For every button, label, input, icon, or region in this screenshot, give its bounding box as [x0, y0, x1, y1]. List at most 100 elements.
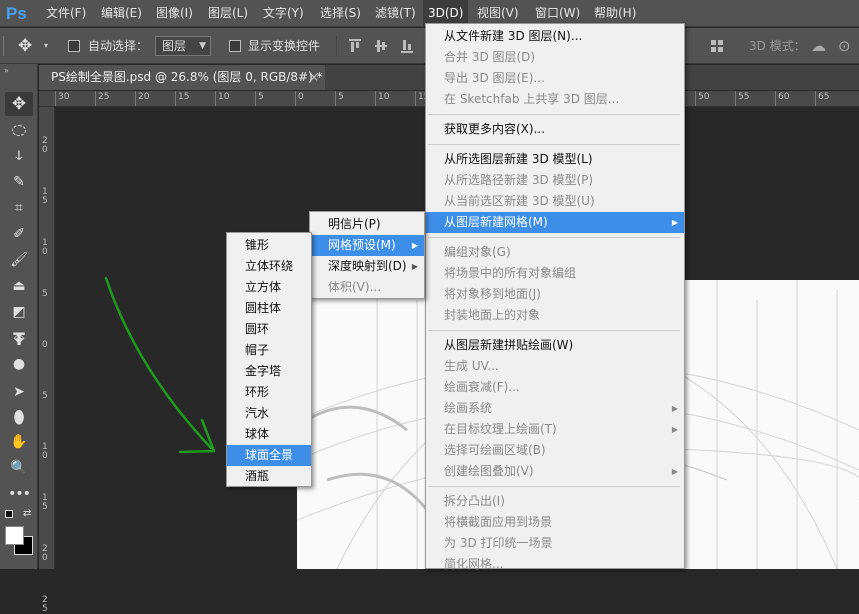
- preset-submenu-item[interactable]: 立体环绕: [227, 256, 311, 277]
- mesh-submenu-item[interactable]: 网格预设(M) ▶: [310, 235, 424, 256]
- stamp-tool-icon[interactable]: ⏏: [5, 274, 33, 298]
- ruler-tick-label: 55: [738, 92, 750, 102]
- menu-3d-item-label: 从图层新建网格(M): [444, 215, 548, 229]
- mesh-submenu-item-label: 深度映射到(D): [328, 259, 407, 273]
- grip-handle[interactable]: [0, 28, 8, 64]
- swap-colors-icon[interactable]: ⇄: [23, 508, 31, 519]
- align-top-icon[interactable]: [349, 39, 361, 53]
- submenu-arrow-icon: ▶: [411, 262, 418, 271]
- menu-3d-item: 合并 3D 图层(D): [426, 47, 684, 68]
- menu-2[interactable]: 图像(I): [156, 0, 193, 27]
- eraser-tool-icon[interactable]: ◩: [5, 300, 33, 324]
- lasso-tool-icon[interactable]: ↆ: [5, 144, 33, 168]
- menu-3d-item-label: 从当前选区新建 3D 模型(U): [444, 194, 595, 208]
- preset-submenu-item[interactable]: 球体: [227, 424, 311, 445]
- menu-1[interactable]: 编辑(E): [101, 0, 142, 27]
- menu-3d-item: 在目标纹理上绘画(T) ▶: [426, 419, 684, 440]
- tool-preset-chevron-icon[interactable]: ▾: [44, 28, 48, 64]
- preset-submenu-item-label: 球面全景: [245, 448, 294, 462]
- menu-3d-item[interactable]: 从图层新建网格(M) ▶: [426, 212, 684, 233]
- menu-3d-item[interactable]: 从文件新建 3D 图层(N)...: [426, 26, 684, 47]
- document-tab[interactable]: PS绘制全景图.psd @ 26.8% (图层 0, RGB/8#) * ×: [39, 65, 325, 90]
- move-tool-icon[interactable]: ✥: [5, 92, 33, 116]
- divider: [336, 36, 337, 56]
- tools-panel: » ✥ ↆ ✎ ⌗ ✐ 🖌 ⏏ ◩ ⬙ ● T ✒ ➤ ⬮ ✋ 🔍 ••• ⇄: [0, 64, 38, 569]
- ruler-tick: [215, 91, 216, 106]
- foreground-color-swatch[interactable]: [5, 526, 24, 545]
- mesh-submenu-item[interactable]: 深度映射到(D) ▶: [310, 256, 424, 277]
- preset-submenu-item[interactable]: 环形: [227, 382, 311, 403]
- menu-3d-item-label: 将场景中的所有对象编组: [444, 266, 577, 280]
- ruler-tick: [415, 91, 416, 106]
- type-tool-icon[interactable]: T: [5, 328, 33, 352]
- close-icon[interactable]: ×: [309, 65, 319, 90]
- quick-selection-tool-icon[interactable]: ✎: [5, 170, 33, 194]
- preset-submenu-item[interactable]: 汽水: [227, 403, 311, 424]
- path-selection-tool-icon[interactable]: ➤: [5, 380, 33, 404]
- menu-3d-item: 拆分凸出(I): [426, 491, 684, 512]
- photoshop-logo: Ps: [6, 4, 27, 23]
- ruler-tick: [255, 91, 256, 106]
- collapse-panel-icon[interactable]: »: [4, 66, 9, 75]
- brush-tool-icon[interactable]: 🖌: [5, 248, 33, 272]
- mesh-submenu-item-label: 体积(V)...: [328, 280, 382, 294]
- move-tool-icon[interactable]: ✥: [18, 28, 32, 64]
- hand-tool-icon[interactable]: ✋: [5, 430, 33, 454]
- menu-4[interactable]: 文字(Y): [263, 0, 304, 27]
- 3d-orbit-icon[interactable]: ☁: [811, 28, 826, 64]
- preset-submenu-item-label: 球体: [245, 427, 270, 441]
- preset-submenu-item[interactable]: 圆环: [227, 319, 311, 340]
- ruler-tick-label: 2 0: [42, 544, 48, 563]
- preset-submenu-item[interactable]: 锥形: [227, 235, 311, 256]
- eyedropper-tool-icon[interactable]: ✐: [5, 222, 33, 246]
- auto-select-target-value: 图层: [162, 39, 187, 53]
- ruler-tick: [95, 91, 96, 106]
- ruler-tick: [735, 91, 736, 106]
- default-colors-icon[interactable]: [5, 510, 13, 518]
- marquee-tool-icon[interactable]: [5, 118, 33, 142]
- menu-3[interactable]: 图层(L): [208, 0, 248, 27]
- mesh-submenu-item[interactable]: 明信片(P): [310, 214, 424, 235]
- preset-submenu-item[interactable]: 酒瓶: [227, 466, 311, 487]
- menu-3d-item-label: 为 3D 打印统一场景: [444, 536, 553, 550]
- menu-3d-item-label: 绘画系统: [444, 401, 493, 415]
- 3d-rotate-icon[interactable]: ⊙: [838, 28, 851, 64]
- more-tools-icon[interactable]: •••: [5, 482, 33, 506]
- ruler-tick-label: 5: [338, 92, 344, 102]
- ruler-tick-label: 5: [42, 391, 48, 401]
- menu-6[interactable]: 滤镜(T): [375, 0, 416, 27]
- ruler-tick-label: 1 5: [42, 493, 48, 512]
- ruler-origin[interactable]: [39, 91, 55, 107]
- preset-submenu-item[interactable]: 球面全景: [227, 445, 311, 466]
- submenu-arrow-icon: ▶: [671, 425, 678, 434]
- document-title: PS绘制全景图.psd @ 26.8% (图层 0, RGB/8#) *: [51, 70, 323, 84]
- distribute-icon[interactable]: [711, 39, 723, 53]
- menu-3d-item[interactable]: 从图层新建拼贴绘画(W): [426, 335, 684, 356]
- ruler-tick-label: 30: [58, 92, 70, 102]
- auto-select-target-select[interactable]: 图层 ▼: [155, 36, 211, 56]
- preset-submenu-item-label: 立方体: [245, 280, 282, 294]
- menu-3d-item: 绘画系统 ▶: [426, 398, 684, 419]
- menu-3d-item[interactable]: 从所选图层新建 3D 模型(L): [426, 149, 684, 170]
- pen-tool-icon[interactable]: ✒: [5, 354, 33, 378]
- crop-tool-icon[interactable]: ⌗: [5, 196, 33, 220]
- menu-3d-item: 将对象移到地面(J): [426, 284, 684, 305]
- align-bottom-icon[interactable]: [401, 39, 413, 53]
- menu-5[interactable]: 选择(S): [320, 0, 361, 27]
- mesh-submenu-item-label: 明信片(P): [328, 217, 381, 231]
- ruler-tick-label: 2 0: [42, 136, 48, 155]
- align-vertical-center-icon[interactable]: [375, 39, 387, 53]
- preset-submenu-item[interactable]: 帽子: [227, 340, 311, 361]
- zoom-tool-icon[interactable]: 🔍: [5, 456, 33, 480]
- preset-submenu-item-label: 圆柱体: [245, 301, 282, 315]
- preset-submenu-item[interactable]: 立方体: [227, 277, 311, 298]
- menu-0[interactable]: 文件(F): [46, 0, 86, 27]
- menu-3d-item-label: 选择可绘画区域(B): [444, 443, 546, 457]
- ruler-tick: [815, 91, 816, 106]
- show-transform-checkbox[interactable]: [229, 40, 241, 52]
- auto-select-checkbox[interactable]: [68, 40, 80, 52]
- ellipse-tool-icon[interactable]: ⬮: [5, 406, 33, 430]
- preset-submenu-item[interactable]: 圆柱体: [227, 298, 311, 319]
- menu-3d-item[interactable]: 获取更多内容(X)...: [426, 119, 684, 140]
- preset-submenu-item[interactable]: 金字塔: [227, 361, 311, 382]
